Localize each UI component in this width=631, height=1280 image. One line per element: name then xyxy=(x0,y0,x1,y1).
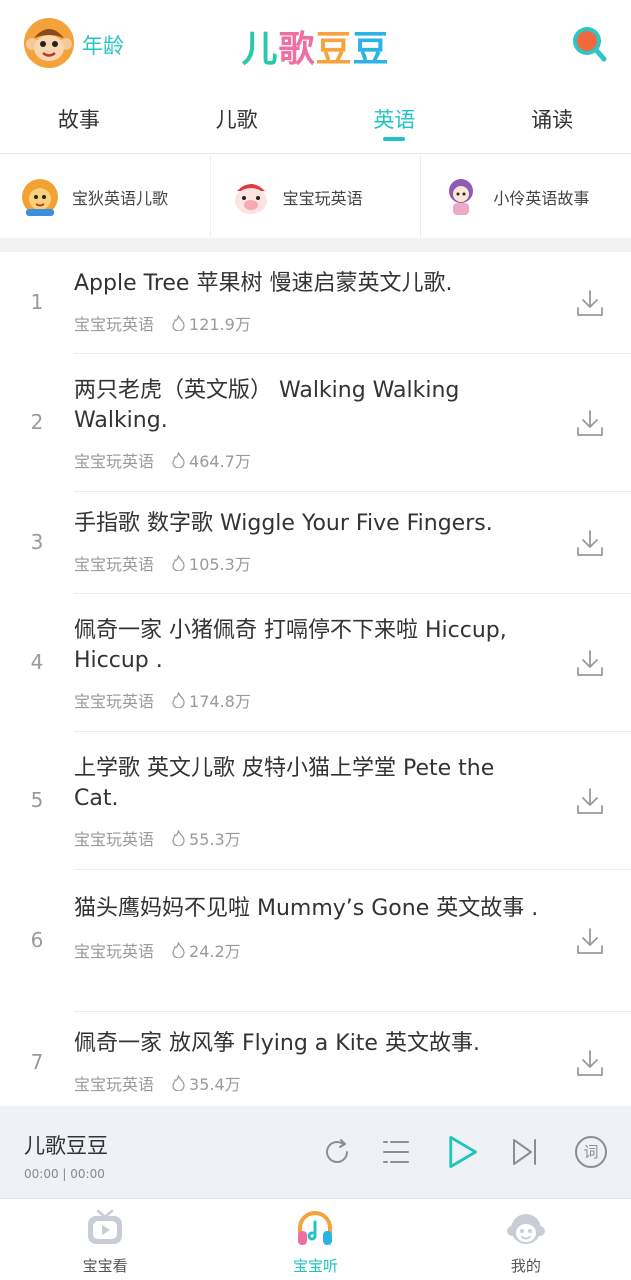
tab-recitation[interactable]: 诵读 xyxy=(473,88,631,153)
download-icon[interactable] xyxy=(575,528,605,558)
girl-mascot-icon xyxy=(449,179,474,215)
song-source: 宝宝玩英语 xyxy=(74,830,155,849)
song-source: 宝宝玩英语 xyxy=(74,315,155,334)
channel-item-baobao-english[interactable]: 宝宝玩英语 xyxy=(211,156,422,238)
player-track-title: 儿歌豆豆 xyxy=(24,1134,108,1158)
play-count: 464.7万 xyxy=(189,452,251,471)
download-icon[interactable] xyxy=(575,288,605,318)
download-icon[interactable] xyxy=(575,926,605,956)
song-number: 2 xyxy=(30,410,44,434)
play-icon[interactable] xyxy=(444,1134,480,1170)
list-item[interactable]: 6 猫头鹰妈妈不见啦 Mummy’s Gone 英文故事 . 宝宝玩英语 24.… xyxy=(0,870,631,1012)
lyrics-icon[interactable]: 词 xyxy=(575,1136,607,1168)
list-item[interactable]: 3 手指歌 数字歌 Wiggle Your Five Fingers. 宝宝玩英… xyxy=(0,492,631,594)
song-title: 佩奇一家 小猪佩奇 打嗝停不下来啦 Hiccup, Hiccup . xyxy=(74,618,507,673)
song-source: 宝宝玩英语 xyxy=(74,555,155,574)
list-item[interactable]: 2 两只老虎（英文版） Walking Walking Walking. 宝宝玩… xyxy=(0,354,631,492)
song-source: 宝宝玩英语 xyxy=(74,452,155,471)
app-logo: 儿歌豆豆 xyxy=(241,29,390,70)
tv-icon xyxy=(88,1209,123,1244)
song-number: 4 xyxy=(30,650,44,674)
play-count: 174.8万 xyxy=(189,692,251,711)
flame-icon xyxy=(172,452,185,468)
flame-icon xyxy=(172,315,185,331)
play-count: 55.3万 xyxy=(189,830,241,849)
category-tabs: 故事 儿歌 英语 诵读 xyxy=(0,88,631,154)
nav-item-listen[interactable]: 宝宝听 xyxy=(210,1199,420,1280)
song-number: 1 xyxy=(30,290,44,314)
bottom-navigation: 宝宝看 宝宝听 我的 xyxy=(0,1198,631,1280)
flame-icon xyxy=(172,555,185,571)
pig-mascot-icon xyxy=(234,184,267,214)
play-count: 24.2万 xyxy=(189,942,241,961)
song-title: 手指歌 数字歌 Wiggle Your Five Fingers. xyxy=(74,511,493,536)
search-icon[interactable] xyxy=(571,24,607,64)
song-number: 3 xyxy=(30,530,44,554)
play-count: 105.3万 xyxy=(189,555,251,574)
song-list: 1 Apple Tree 苹果树 慢速启蒙英文儿歌. 宝宝玩英语 121.9万 … xyxy=(0,252,631,1106)
monkey-face-icon xyxy=(506,1214,545,1244)
nav-item-mine[interactable]: 我的 xyxy=(421,1199,631,1280)
download-icon[interactable] xyxy=(575,786,605,816)
flame-icon xyxy=(172,1075,185,1091)
mini-player[interactable]: 儿歌豆豆 00:00 | 00:00 词 xyxy=(0,1106,631,1198)
download-icon[interactable] xyxy=(575,648,605,678)
song-title: Apple Tree 苹果树 慢速启蒙英文儿歌. xyxy=(74,271,453,296)
song-source: 宝宝玩英语 xyxy=(74,692,155,711)
channel-item-xiaoling-stories[interactable]: 小伶英语故事 xyxy=(421,156,631,238)
section-divider xyxy=(0,238,631,252)
song-number: 6 xyxy=(30,928,44,952)
flame-icon xyxy=(172,692,185,708)
app-header: 年龄 儿歌豆豆 xyxy=(0,0,631,88)
player-time: 00:00 | 00:00 xyxy=(24,1167,105,1181)
list-item[interactable]: 1 Apple Tree 苹果树 慢速启蒙英文儿歌. 宝宝玩英语 121.9万 xyxy=(0,252,631,354)
song-source: 宝宝玩英语 xyxy=(74,942,155,961)
lion-mascot-icon xyxy=(22,179,58,216)
next-icon[interactable] xyxy=(509,1136,541,1168)
nav-item-watch[interactable]: 宝宝看 xyxy=(0,1199,210,1280)
song-number: 5 xyxy=(30,788,44,812)
tab-stories[interactable]: 故事 xyxy=(0,88,158,153)
song-source: 宝宝玩英语 xyxy=(74,1075,155,1094)
repeat-icon[interactable] xyxy=(321,1136,353,1168)
list-item[interactable]: 5 上学歌 英文儿歌 皮特小猫上学堂 Pete the Cat. 宝宝玩英语 5… xyxy=(0,732,631,870)
song-title: 上学歌 英文儿歌 皮特小猫上学堂 Pete the Cat. xyxy=(74,756,495,811)
list-item[interactable]: 7 佩奇一家 放风筝 Flying a Kite 英文故事. 宝宝玩英语 35.… xyxy=(0,1012,631,1106)
song-title: 猫头鹰妈妈不见啦 Mummy’s Gone 英文故事 . xyxy=(74,896,539,921)
tab-english[interactable]: 英语 xyxy=(316,88,474,153)
play-count: 121.9万 xyxy=(189,315,251,334)
channel-item-baodi-english[interactable]: 宝狄英语儿歌 xyxy=(0,156,211,238)
headphones-icon xyxy=(298,1211,333,1245)
song-number: 7 xyxy=(30,1050,44,1074)
tab-nursery-rhymes[interactable]: 儿歌 xyxy=(158,88,316,153)
flame-icon xyxy=(172,942,185,958)
playlist-icon[interactable] xyxy=(380,1136,412,1168)
flame-icon xyxy=(172,830,185,846)
song-title: 两只老虎（英文版） Walking Walking Walking. xyxy=(74,378,460,433)
play-count: 35.4万 xyxy=(189,1075,241,1094)
download-icon[interactable] xyxy=(575,408,605,438)
list-item[interactable]: 4 佩奇一家 小猪佩奇 打嗝停不下来啦 Hiccup, Hiccup . 宝宝玩… xyxy=(0,594,631,732)
channel-strip: 宝狄英语儿歌 宝宝玩英语 小伶英语故事 xyxy=(0,156,631,238)
song-title: 佩奇一家 放风筝 Flying a Kite 英文故事. xyxy=(74,1031,480,1056)
download-icon[interactable] xyxy=(575,1048,605,1078)
